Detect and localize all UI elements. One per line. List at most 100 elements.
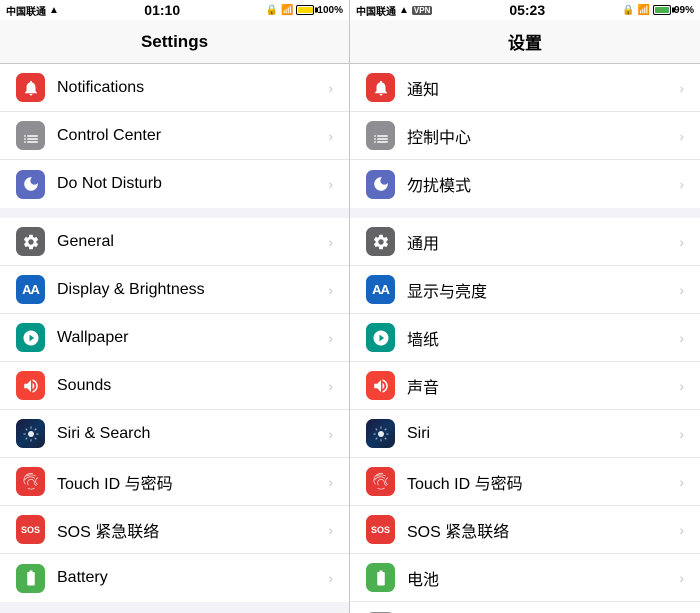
right-sounds-label: 声音 <box>407 374 675 398</box>
right-touch-id-chevron: › <box>679 474 684 490</box>
left-control-center-chevron: › <box>328 128 333 144</box>
left-row-notifications[interactable]: Notifications › <box>0 64 349 112</box>
right-signal-icon: 📶 <box>638 5 650 16</box>
right-group-1: 通知 › 控制中心 › 勿扰模式 › <box>350 64 700 208</box>
right-do-not-disturb-label: 勿扰模式 <box>407 172 675 196</box>
left-siri-label: Siri & Search <box>57 425 324 443</box>
right-row-privacy[interactable]: 隐私 › <box>350 602 700 613</box>
right-siri-icon <box>366 419 395 448</box>
left-siri-icon <box>16 419 45 448</box>
right-control-center-chevron: › <box>679 128 684 144</box>
right-row-general[interactable]: 通用 › <box>350 218 700 266</box>
right-group-2: 通用 › AA 显示与亮度 › 墙纸 › 声音 <box>350 218 700 613</box>
left-sounds-chevron: › <box>328 378 333 394</box>
right-general-chevron: › <box>679 234 684 250</box>
right-row-notifications[interactable]: 通知 › <box>350 64 700 112</box>
left-wallpaper-label: Wallpaper <box>57 329 324 347</box>
left-do-not-disturb-icon <box>16 170 45 199</box>
left-do-not-disturb-label: Do Not Disturb <box>57 175 324 193</box>
left-wifi-icon: ▲ <box>49 5 59 16</box>
right-touch-id-label: Touch ID 与密码 <box>407 470 675 494</box>
right-siri-chevron: › <box>679 426 684 442</box>
right-row-display[interactable]: AA 显示与亮度 › <box>350 266 700 314</box>
left-status-bar: 中国联通 ▲ 01:10 🔒 📶 100% <box>0 0 349 20</box>
left-sos-chevron: › <box>328 522 333 538</box>
right-wallpaper-icon <box>366 323 395 352</box>
left-general-icon <box>16 227 45 256</box>
right-notifications-chevron: › <box>679 80 684 96</box>
left-phone-panel: 中国联通 ▲ 01:10 🔒 📶 100% Settings Notificat… <box>0 0 350 613</box>
left-carrier: 中国联通 <box>6 3 46 18</box>
left-row-sounds[interactable]: Sounds › <box>0 362 349 410</box>
left-control-center-icon <box>16 121 45 150</box>
right-time: 05:23 <box>509 2 545 18</box>
left-row-touch-id[interactable]: Touch ID 与密码 › <box>0 458 349 506</box>
left-battery-pct: 100% <box>317 5 343 16</box>
right-lock-icon: 🔒 <box>622 5 634 16</box>
left-group-2: General › AA Display & Brightness › Wall… <box>0 218 349 602</box>
right-settings-list[interactable]: 通知 › 控制中心 › 勿扰模式 › <box>350 64 700 613</box>
right-control-center-label: 控制中心 <box>407 124 675 148</box>
left-row-control-center[interactable]: Control Center › <box>0 112 349 160</box>
left-touch-id-label: Touch ID 与密码 <box>57 470 324 494</box>
right-row-control-center[interactable]: 控制中心 › <box>350 112 700 160</box>
right-sos-label: SOS 紧急联络 <box>407 518 675 542</box>
right-battery-icon <box>653 5 671 15</box>
right-nav-title: 设置 <box>508 29 542 54</box>
right-notifications-icon <box>366 73 395 102</box>
right-do-not-disturb-chevron: › <box>679 176 684 192</box>
left-row-do-not-disturb[interactable]: Do Not Disturb › <box>0 160 349 208</box>
left-battery-label: Battery <box>57 569 324 587</box>
left-row-display[interactable]: AA Display & Brightness › <box>0 266 349 314</box>
left-settings-list[interactable]: Notifications › Control Center › Do Not … <box>0 64 349 613</box>
right-status-left: 中国联通 ▲ VPN <box>356 3 432 18</box>
right-row-do-not-disturb[interactable]: 勿扰模式 › <box>350 160 700 208</box>
right-do-not-disturb-icon <box>366 170 395 199</box>
right-vpn-badge: VPN <box>412 6 432 15</box>
left-row-sos[interactable]: SOS SOS 紧急联络 › <box>0 506 349 554</box>
left-wallpaper-chevron: › <box>328 330 333 346</box>
right-status-right: 🔒 📶 99% <box>622 5 694 16</box>
right-general-label: 通用 <box>407 230 675 254</box>
left-touch-id-chevron: › <box>328 474 333 490</box>
right-row-siri[interactable]: Siri › <box>350 410 700 458</box>
left-row-general[interactable]: General › <box>0 218 349 266</box>
right-notifications-label: 通知 <box>407 76 675 100</box>
right-battery-pct: 99% <box>674 5 694 16</box>
left-sos-icon: SOS <box>16 515 45 544</box>
left-sounds-icon <box>16 371 45 400</box>
left-notifications-icon <box>16 73 45 102</box>
left-battery-icon <box>296 5 314 15</box>
right-sounds-chevron: › <box>679 378 684 394</box>
right-control-center-icon <box>366 121 395 150</box>
left-battery-icon <box>16 564 45 593</box>
right-wifi-icon: ▲ <box>399 5 409 16</box>
left-lock-icon: 🔒 <box>266 5 278 16</box>
right-row-sos[interactable]: SOS SOS 紧急联络 › <box>350 506 700 554</box>
right-phone-panel: 中国联通 ▲ VPN 05:23 🔒 📶 99% 设置 通知 › <box>350 0 700 613</box>
left-row-wallpaper[interactable]: Wallpaper › <box>0 314 349 362</box>
left-display-label: Display & Brightness <box>57 281 324 299</box>
right-display-label: 显示与亮度 <box>407 278 675 302</box>
left-row-siri[interactable]: Siri & Search › <box>0 410 349 458</box>
right-carrier: 中国联通 <box>356 3 396 18</box>
right-row-wallpaper[interactable]: 墙纸 › <box>350 314 700 362</box>
left-wallpaper-icon <box>16 323 45 352</box>
right-battery-label: 电池 <box>407 566 675 590</box>
left-status-right: 🔒 📶 100% <box>266 5 343 16</box>
left-notifications-chevron: › <box>328 80 333 96</box>
right-row-sounds[interactable]: 声音 › <box>350 362 700 410</box>
left-display-icon: AA <box>16 275 45 304</box>
right-row-touch-id[interactable]: Touch ID 与密码 › <box>350 458 700 506</box>
right-sos-icon: SOS <box>366 515 395 544</box>
right-siri-label: Siri <box>407 425 675 443</box>
right-sounds-icon <box>366 371 395 400</box>
right-wallpaper-chevron: › <box>679 330 684 346</box>
left-signal-icon: 📶 <box>281 5 293 16</box>
right-general-icon <box>366 227 395 256</box>
right-row-battery[interactable]: 电池 › <box>350 554 700 602</box>
right-sos-chevron: › <box>679 522 684 538</box>
left-time: 01:10 <box>144 2 180 18</box>
left-sounds-label: Sounds <box>57 377 324 395</box>
left-row-battery[interactable]: Battery › <box>0 554 349 602</box>
